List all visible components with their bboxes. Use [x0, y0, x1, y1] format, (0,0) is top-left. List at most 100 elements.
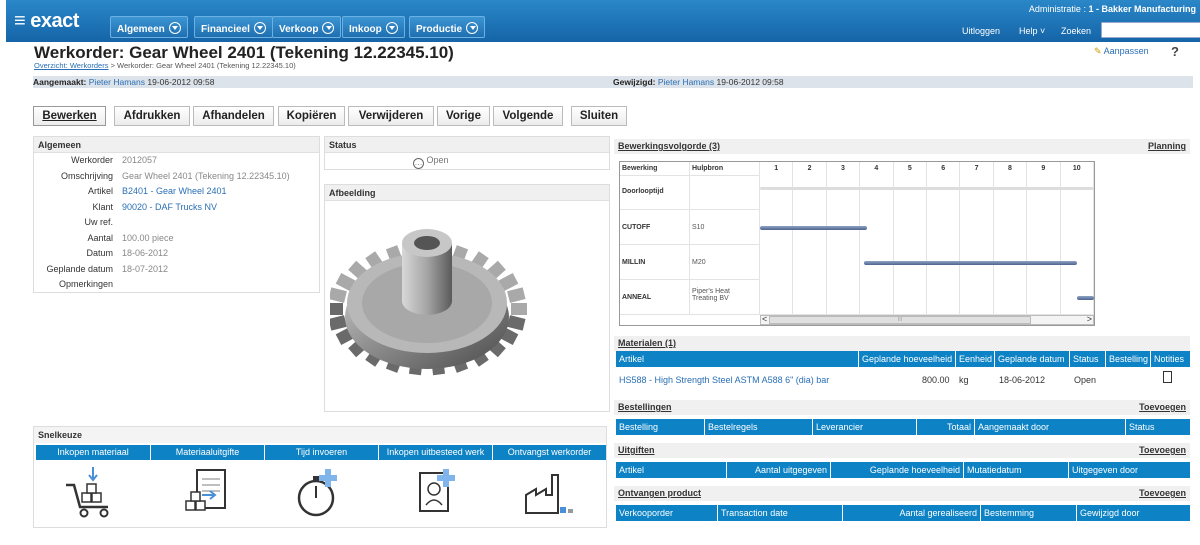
- col-unit[interactable]: Eenheid: [955, 351, 995, 367]
- customize-link[interactable]: ✎ Aanpassen: [1094, 46, 1149, 57]
- issues-add-link[interactable]: Toevoegen: [1139, 445, 1186, 455]
- exact-logo[interactable]: ≡ exact: [14, 10, 79, 33]
- quick-material-issue[interactable]: Materiaaluitgifte: [151, 445, 264, 460]
- edit-button[interactable]: Bewerken: [33, 106, 106, 126]
- gantt-bar[interactable]: [1077, 295, 1094, 300]
- status-panel: Status … Open: [324, 136, 610, 170]
- gantt-bar[interactable]: [760, 225, 867, 230]
- modified-label: Gewijzigd:: [613, 77, 656, 87]
- gantt-resource: M20: [690, 245, 760, 280]
- col-planned-qty[interactable]: Geplande hoeveelheid: [858, 351, 955, 367]
- planning-link[interactable]: Planning: [1148, 141, 1186, 151]
- menu-label: Verkoop: [279, 24, 319, 35]
- field-value[interactable]: B2401 - Gear Wheel 2401: [122, 186, 227, 196]
- quick-work-order-receipt[interactable]: Ontvangst werkorder: [493, 445, 606, 460]
- col-bestelling[interactable]: Bestelling: [616, 419, 661, 435]
- material-article-link[interactable]: HS588 - High Strength Steel ASTM A588 6"…: [619, 375, 829, 385]
- gantt-operation[interactable]: ANNEAL: [620, 280, 690, 315]
- col-sales-order[interactable]: Verkooporder: [616, 505, 676, 521]
- created-label: Aangemaakt:: [33, 77, 87, 87]
- stopwatch-icon[interactable]: [292, 465, 348, 521]
- received-title[interactable]: Ontvangen product: [618, 488, 701, 498]
- close-button[interactable]: Sluiten: [571, 106, 627, 126]
- orders-add-link[interactable]: Toevoegen: [1139, 402, 1186, 412]
- field-value: 18-07-2012: [122, 263, 169, 274]
- created-by[interactable]: Pieter Hamans: [89, 77, 145, 87]
- general-panel: Algemeen Werkorder 2012057 Omschrijving Gea…: [33, 136, 320, 293]
- col-order[interactable]: Bestelling: [1105, 351, 1151, 367]
- scroll-left-icon[interactable]: <: [762, 314, 767, 324]
- gantt-operation[interactable]: Doorlooptijd: [620, 176, 690, 210]
- menu-algemeen[interactable]: Algemeen: [110, 16, 188, 38]
- col-issue-planned-qty[interactable]: Geplande hoeveelheid: [830, 462, 963, 478]
- modified-by[interactable]: Pieter Hamans: [658, 77, 714, 87]
- gear-tooth: [330, 315, 347, 331]
- gantt-chart: Bewerking Hulpbron 1 2 3 4 5 6 7 8 9 10 Doorloopt…: [619, 161, 1095, 326]
- col-leverancier[interactable]: Leverancier: [812, 419, 866, 435]
- search-input[interactable]: [1101, 22, 1200, 38]
- field-label: Omschrijving: [60, 170, 113, 181]
- received-add-link[interactable]: Toevoegen: [1139, 488, 1186, 498]
- col-notes[interactable]: Notities: [1150, 351, 1187, 367]
- quick-outsourced-work[interactable]: Inkopen uitbesteed werk: [379, 445, 492, 460]
- field-value: 100.00 piece: [122, 232, 174, 243]
- print-button[interactable]: Afdrukken: [114, 106, 190, 126]
- shopping-cart-icon[interactable]: [62, 465, 118, 521]
- col-mutation-date[interactable]: Mutatiedatum: [963, 462, 1025, 478]
- administration-info[interactable]: Administratie : 1 - Bakker Manufacturing: [1029, 4, 1196, 14]
- orders-title[interactable]: Bestellingen: [618, 402, 672, 412]
- scroll-right-icon[interactable]: >: [1087, 314, 1092, 324]
- scroll-thumb[interactable]: III: [769, 316, 1031, 324]
- col-issued-by[interactable]: Uitgegeven door: [1068, 462, 1141, 478]
- menu-inkoop[interactable]: Inkoop: [342, 16, 405, 38]
- material-unit: kg: [959, 375, 969, 385]
- field-value[interactable]: 90020 - DAF Trucks NV: [122, 202, 217, 212]
- routing-title[interactable]: Bewerkingsvolgorde (3): [618, 141, 720, 151]
- logout-link[interactable]: Uitloggen: [962, 26, 1000, 36]
- materials-title[interactable]: Materialen (1): [618, 338, 676, 348]
- note-icon[interactable]: [1163, 371, 1172, 383]
- col-realized-qty[interactable]: Aantal gerealiseerd: [842, 505, 980, 521]
- gantt-operation[interactable]: CUTOFF: [620, 210, 690, 245]
- breadcrumb-link[interactable]: Overzicht: Werkorders: [34, 61, 108, 70]
- col-transaction-date[interactable]: Transaction date: [717, 505, 791, 521]
- gantt-bar[interactable]: [760, 187, 1094, 190]
- next-button[interactable]: Volgende: [493, 106, 563, 126]
- quick-time-entry[interactable]: Tijd invoeren: [265, 445, 378, 460]
- help-menu[interactable]: Help ˅: [1019, 26, 1045, 36]
- outsourced-work-icon[interactable]: [410, 465, 466, 521]
- gantt-operation[interactable]: MILLIN: [620, 245, 690, 280]
- col-destination[interactable]: Bestemming: [980, 505, 1037, 521]
- gantt-scrollbar[interactable]: < III >: [760, 314, 1094, 325]
- col-totaal[interactable]: Totaal: [916, 419, 974, 435]
- col-bestelregels[interactable]: Bestelregels: [704, 419, 761, 435]
- menu-financieel[interactable]: Financieel: [194, 16, 273, 38]
- complete-button[interactable]: Afhandelen: [193, 106, 274, 126]
- help-label: Help: [1019, 26, 1038, 36]
- field-label: Opmerkingen: [58, 279, 113, 289]
- col-issued-qty[interactable]: Aantal uitgegeven: [726, 462, 830, 478]
- col-planned-date[interactable]: Geplande datum: [994, 351, 1068, 367]
- menu-productie[interactable]: Productie: [409, 16, 486, 38]
- col-modified-by[interactable]: Gewijzigd door: [1076, 505, 1143, 521]
- col-artikel[interactable]: Artikel: [616, 351, 647, 367]
- col-order-status[interactable]: Status: [1125, 419, 1158, 435]
- previous-button[interactable]: Vorige: [437, 106, 490, 126]
- routing-header: Bewerkingsvolgorde (3) Planning: [614, 139, 1190, 154]
- material-issue-icon[interactable]: [180, 465, 236, 521]
- help-icon[interactable]: ?: [1171, 44, 1179, 59]
- menu-verkoop[interactable]: Verkoop: [272, 16, 342, 38]
- materials-header: Materialen (1): [614, 336, 1190, 351]
- gantt-bar[interactable]: [863, 260, 1078, 265]
- top-bar: ≡ exact Algemeen Financieel Verkoop Inko…: [6, 0, 1200, 42]
- delete-button[interactable]: Verwijderen: [348, 106, 434, 126]
- issues-title[interactable]: Uitgiften: [618, 445, 655, 455]
- factory-icon[interactable]: [522, 465, 578, 521]
- col-status[interactable]: Status: [1069, 351, 1102, 367]
- col-issue-artikel[interactable]: Artikel: [616, 462, 647, 478]
- copy-button[interactable]: Kopiëren: [278, 106, 345, 126]
- col-aangemaakt[interactable]: Aangemaakt door: [974, 419, 1052, 435]
- chevron-down-icon: [385, 22, 398, 34]
- table-row[interactable]: HS588 - High Strength Steel ASTM A588 6"…: [616, 368, 1190, 388]
- quick-purchase-material[interactable]: Inkopen materiaal: [36, 445, 150, 460]
